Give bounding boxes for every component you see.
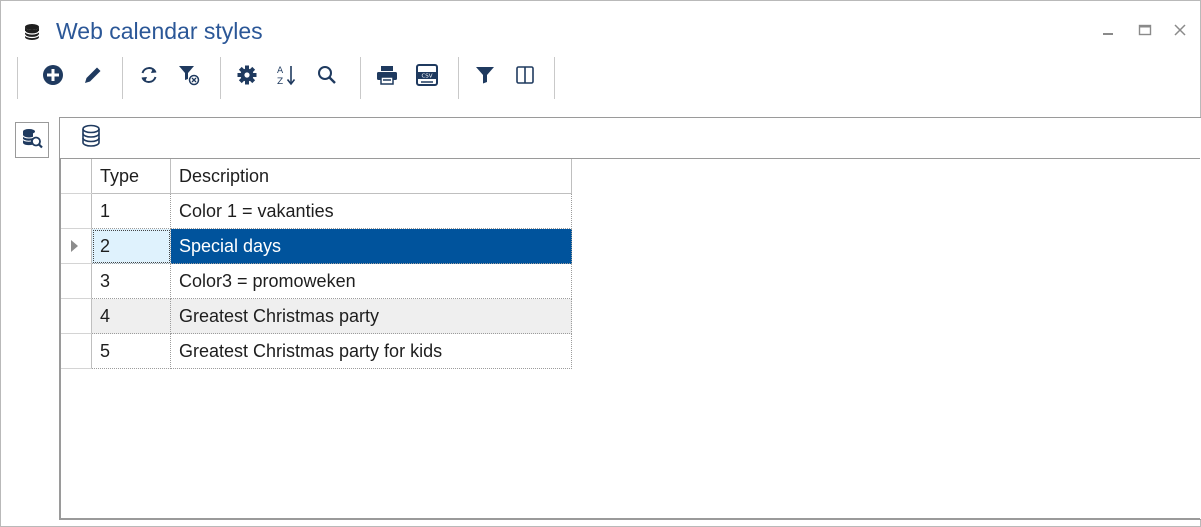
row-indicator[interactable] bbox=[61, 298, 92, 334]
clear-filter-icon bbox=[177, 63, 201, 92]
database-search-icon bbox=[21, 127, 43, 154]
description-cell[interactable]: Color 1 = vakanties bbox=[170, 193, 572, 229]
row-indicator[interactable] bbox=[61, 228, 92, 264]
description-cell[interactable]: Greatest Christmas party bbox=[170, 298, 572, 334]
grid-panel: Type Description 1 Color 1 = vakanties 2… bbox=[59, 117, 1201, 520]
column-header-type[interactable]: Type bbox=[91, 159, 171, 194]
app-window: Web calendar styles A Z CSV Type Descrip… bbox=[0, 0, 1201, 527]
clear-filter-button[interactable] bbox=[175, 63, 203, 91]
toolbar-separator bbox=[122, 57, 123, 99]
print-icon bbox=[375, 63, 399, 92]
row-indicator[interactable] bbox=[61, 263, 92, 299]
table-row[interactable]: 4 Greatest Christmas party bbox=[61, 298, 572, 334]
toolbar: A Z CSV bbox=[9, 53, 559, 103]
toolbar-separator bbox=[458, 57, 459, 99]
columns-icon bbox=[514, 64, 536, 91]
search-button[interactable] bbox=[313, 63, 341, 91]
type-cell[interactable]: 2 bbox=[91, 228, 171, 264]
panel-header bbox=[60, 118, 1201, 156]
svg-text:A: A bbox=[277, 66, 284, 76]
toolbar-separator bbox=[220, 57, 221, 99]
table-row[interactable]: 2 Special days bbox=[61, 228, 572, 264]
close-button[interactable] bbox=[1173, 23, 1187, 42]
edit-icon bbox=[82, 64, 104, 91]
table-row[interactable]: 1 Color 1 = vakanties bbox=[61, 193, 572, 229]
table-row[interactable]: 5 Greatest Christmas party for kids bbox=[61, 333, 572, 369]
settings-icon bbox=[236, 64, 258, 91]
columns-button[interactable] bbox=[511, 63, 539, 91]
edit-button[interactable] bbox=[79, 63, 107, 91]
sort-az-icon: A Z bbox=[275, 63, 299, 92]
header-row: Type Description bbox=[61, 159, 572, 194]
type-cell[interactable]: 3 bbox=[91, 263, 171, 299]
export-csv-button[interactable]: CSV bbox=[413, 63, 441, 91]
type-cell[interactable]: 1 bbox=[91, 193, 171, 229]
csv-label: CSV bbox=[421, 73, 432, 79]
title-bar: Web calendar styles bbox=[1, 1, 1200, 47]
window-title: Web calendar styles bbox=[56, 18, 263, 44]
add-icon bbox=[42, 64, 64, 91]
description-cell[interactable]: Color3 = promoweken bbox=[170, 263, 572, 299]
print-button[interactable] bbox=[373, 63, 401, 91]
row-indicator[interactable] bbox=[61, 333, 92, 369]
search-icon bbox=[316, 64, 338, 91]
database-icon bbox=[80, 124, 102, 153]
description-cell[interactable]: Special days bbox=[170, 228, 572, 264]
data-grid: Type Description 1 Color 1 = vakanties 2… bbox=[60, 158, 1200, 519]
toolbar-separator bbox=[17, 57, 18, 99]
toolbar-separator bbox=[554, 57, 555, 99]
sort-az-button[interactable]: A Z bbox=[273, 63, 301, 91]
current-row-arrow-icon bbox=[71, 240, 78, 252]
table-row[interactable]: 3 Color3 = promoweken bbox=[61, 263, 572, 299]
refresh-button[interactable] bbox=[135, 63, 163, 91]
refresh-icon bbox=[138, 64, 160, 91]
settings-button[interactable] bbox=[233, 63, 261, 91]
type-cell[interactable]: 4 bbox=[91, 298, 171, 334]
row-indicator[interactable] bbox=[61, 193, 92, 229]
toolbar-separator bbox=[360, 57, 361, 99]
styles-table: Type Description 1 Color 1 = vakanties 2… bbox=[61, 159, 572, 369]
export-csv-icon: CSV bbox=[415, 63, 439, 92]
column-header-description[interactable]: Description bbox=[170, 159, 572, 194]
row-indicator-header bbox=[61, 159, 92, 194]
database-icon bbox=[24, 23, 40, 46]
maximize-button[interactable] bbox=[1138, 23, 1152, 42]
database-search-button[interactable] bbox=[15, 122, 49, 158]
add-button[interactable] bbox=[39, 63, 67, 91]
description-cell[interactable]: Greatest Christmas party for kids bbox=[170, 333, 572, 369]
filter-button[interactable] bbox=[471, 63, 499, 91]
type-cell[interactable]: 5 bbox=[91, 333, 171, 369]
svg-text:Z: Z bbox=[277, 77, 283, 87]
filter-icon bbox=[474, 64, 496, 91]
minimize-button[interactable] bbox=[1101, 23, 1115, 42]
